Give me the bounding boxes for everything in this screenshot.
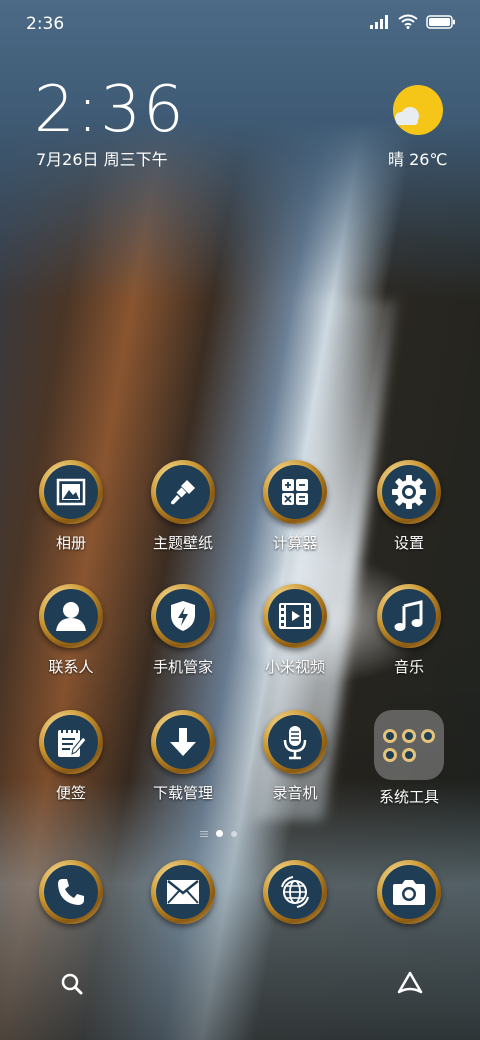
app-label: 计算器 [272,534,318,552]
download-arrow-icon [170,728,196,756]
dock-browser[interactable] [240,860,350,924]
music-note-icon [394,600,423,631]
app-label: 便签 [55,784,86,802]
brush-icon [171,480,195,505]
wifi-icon [398,14,418,29]
app-label: 联系人 [48,658,94,676]
page-indicator-dot[interactable] [231,830,237,837]
app-gallery[interactable]: 相册 [16,460,126,553]
assistant-icon[interactable] [396,970,424,996]
app-downloads[interactable]: 下载管理 [128,710,238,803]
app-contacts[interactable]: 联系人 [16,584,126,677]
app-label: 手机管家 [152,658,213,676]
sunny-cloud-icon[interactable] [390,84,446,140]
battery-icon [426,14,455,29]
app-themes[interactable]: 主题壁纸 [128,460,238,553]
app-label: 录音机 [272,784,318,802]
browser-globe-icon [281,876,309,908]
search-icon[interactable] [60,972,84,996]
clock-widget-time[interactable]: 2:36 [34,78,186,142]
page-indicator-dot-active[interactable] [216,830,223,837]
shield-bolt-icon [171,601,195,631]
app-security[interactable]: 手机管家 [128,584,238,677]
folder-system-tools[interactable]: 系统工具 [354,710,464,807]
bottom-bar [0,966,480,1002]
app-label: 音乐 [393,658,424,676]
signal-icon [370,14,388,29]
mail-icon [167,880,199,904]
dock-messages[interactable] [128,860,238,924]
app-video[interactable]: 小米视频 [240,584,350,677]
notepad-icon [58,728,87,757]
film-icon [279,603,311,629]
app-settings[interactable]: 设置 [354,460,464,553]
weather-text[interactable]: 晴 26℃ [388,146,447,170]
app-label: 小米视频 [264,658,325,676]
app-calculator[interactable]: 计算器 [240,460,350,553]
app-label: 设置 [393,534,424,552]
app-music[interactable]: 音乐 [354,584,464,677]
app-label: 主题壁纸 [152,534,213,552]
app-label: 系统工具 [378,788,439,806]
status-time: 2:36 [26,14,65,34]
app-notes[interactable]: 便签 [16,710,126,803]
camera-icon [393,880,425,905]
app-label: 下载管理 [152,784,213,802]
status-bar: 2:36 [0,0,480,50]
app-label: 相册 [55,534,86,552]
microphone-icon [283,726,307,760]
app-recorder[interactable]: 录音机 [240,710,350,803]
folder-icon [374,710,444,780]
clock-widget-date[interactable]: 7月26日 周三下午 [36,146,168,170]
phone-icon [58,879,84,905]
calculator-icon [282,479,308,505]
gear-icon [392,475,426,509]
dock-phone[interactable] [16,860,126,924]
page-indicator-feed[interactable] [200,830,208,837]
gallery-icon [56,478,86,506]
contact-icon [56,602,86,631]
dock-camera[interactable] [354,860,464,924]
page-indicator[interactable] [200,830,237,837]
